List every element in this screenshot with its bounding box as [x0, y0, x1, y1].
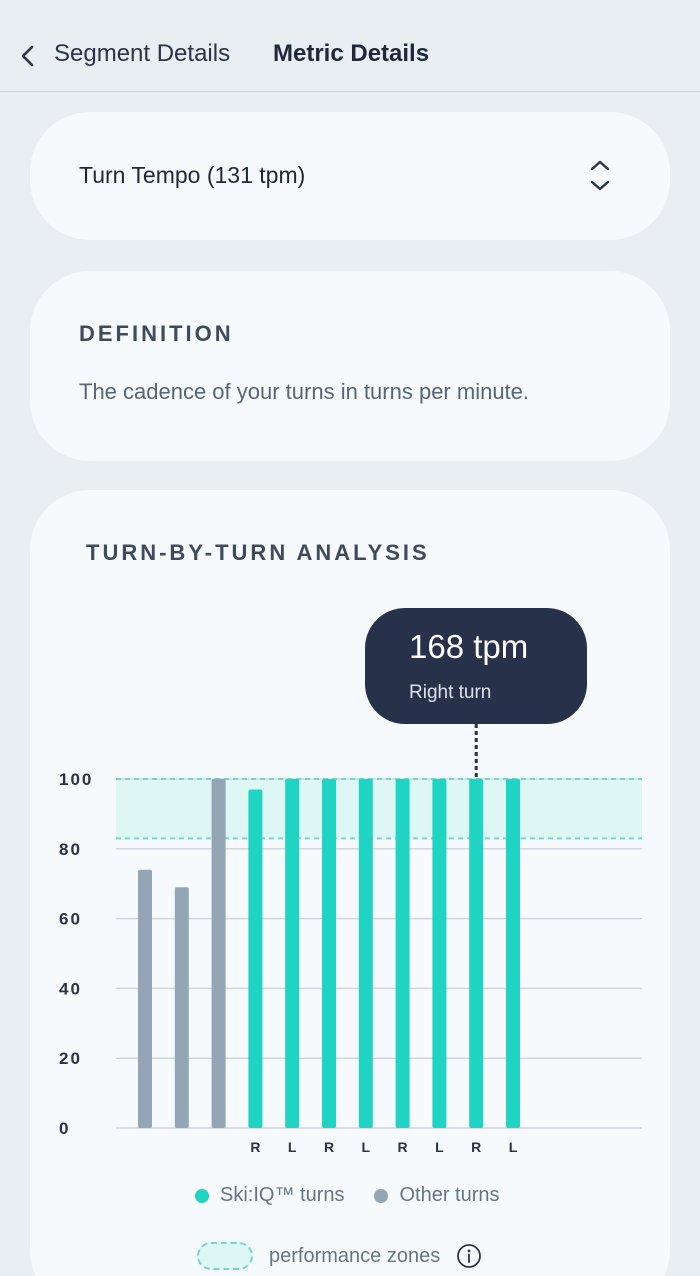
skiiq-turn-bar [322, 779, 336, 1128]
turn-direction-label: L [509, 1139, 518, 1155]
performance-zone-swatch [197, 1242, 253, 1270]
y-tick-label: 20 [59, 1049, 82, 1068]
y-tick-label: 60 [59, 910, 82, 929]
other-turn-bar [174, 887, 189, 1128]
turn-direction-label: R [398, 1139, 408, 1155]
performance-zone-band [116, 779, 642, 839]
skiiq-turn-bar [506, 779, 520, 1128]
turn-direction-label: R [324, 1139, 334, 1155]
skiiq-legend-label: Ski:IQ™ turns [220, 1184, 345, 1206]
other-legend-dot [374, 1188, 389, 1203]
skiiq-turn-bar [248, 789, 263, 1128]
tooltip-label: Right turn [409, 682, 492, 703]
y-tick-label: 80 [59, 840, 82, 859]
chevron-up-down-icon[interactable] [588, 156, 612, 196]
other-turn-bar [211, 779, 226, 1128]
definition-text: The cadence of your turns in turns per m… [79, 379, 530, 404]
other-turn-bar [138, 869, 152, 1128]
top-nav-bar: Segment Details Metric Details [0, 0, 700, 92]
chevron-left-icon[interactable] [20, 44, 36, 68]
other-legend-label: Other turns [399, 1184, 500, 1206]
turn-chart: 0 20 40 60 80 100 R L R L R L R L [59, 724, 642, 1155]
skiiq-legend-dot [195, 1188, 209, 1203]
y-tick-label: 40 [59, 979, 82, 998]
legend-series: Ski:IQ™ turns Other turns [195, 1184, 500, 1207]
definition-title: DEFINITION [79, 321, 234, 346]
skiiq-turn-bar [358, 779, 373, 1128]
turn-direction-label: L [288, 1139, 297, 1155]
skiiq-turn-bar [469, 779, 484, 1128]
tooltip-value: 168 tpm [409, 628, 529, 665]
zones-legend-label: performance zones [269, 1244, 441, 1267]
y-tick-label: 0 [59, 1119, 70, 1138]
legend-zones: performance zones [197, 1242, 482, 1270]
turn-direction-label: R [471, 1139, 481, 1155]
skiiq-turn-bar [395, 779, 410, 1128]
turn-direction-label: L [362, 1139, 371, 1155]
metric-select[interactable]: Turn Tempo (131 tpm) [30, 112, 670, 240]
skiiq-turn-bar [285, 779, 300, 1128]
metric-select-value: Turn Tempo (131 tpm) [79, 162, 306, 188]
segment-details-link[interactable]: Segment Details [54, 40, 230, 68]
turn-analysis-card: TURN-BY-TURN ANALYSIS 0 20 40 60 80 100 R L R L R L… [30, 490, 670, 1276]
y-tick-label: 100 [59, 770, 93, 789]
turn-direction-label: R [250, 1139, 260, 1155]
turn-direction-label: L [435, 1139, 444, 1155]
skiiq-turn-bar [432, 779, 447, 1128]
page-title: Metric Details [273, 40, 430, 67]
selected-turn-tooltip: 168 tpm Right turn [365, 608, 587, 724]
info-icon[interactable] [456, 1243, 482, 1269]
definition-card: DEFINITION The cadence of your turns in … [30, 271, 670, 461]
